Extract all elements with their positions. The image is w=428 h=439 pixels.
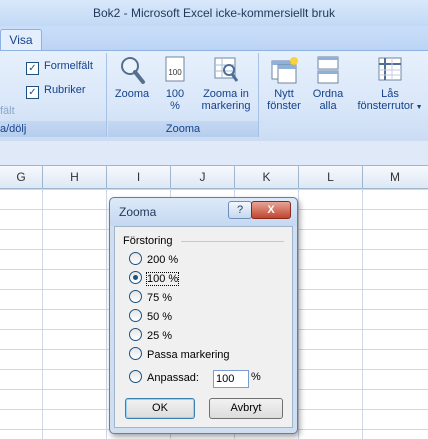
zoom-group: Zooma 100 100 % Zooma in markering Zooma [108,53,259,137]
option-fit-selection[interactable]: Passa markering [129,347,230,363]
grid-line [362,189,363,439]
zoom-100-label-1: 100 [165,88,185,100]
magnifier-icon [118,55,146,85]
headings-label: Rubriker [44,84,86,96]
freeze-panes-label-1: Lås [381,88,399,100]
arrange-all-label-1: Ordna [312,88,344,100]
arrange-all-icon [314,55,342,85]
column-headers: G H I J K L M [0,166,428,189]
radio-100[interactable] [129,271,142,284]
zoom-group-label: Zooma [108,121,258,137]
custom-zoom-unit: % [251,371,261,383]
new-window-icon [270,55,298,85]
dialog-body: Förstoring 200 % 100 % 75 % 50 % 25 % Pa… [114,226,293,428]
freeze-panes-button[interactable]: Lås fönsterrutor ▼ [354,55,426,114]
show-hide-group: ✓ Formelfält ✓ Rubriker fält a/dölj [0,53,107,137]
close-icon: X [267,204,275,216]
freeze-panes-label-2: fönsterrutor [357,100,414,112]
column-header-m[interactable]: M [363,166,427,188]
zoom-selection-icon [212,55,240,85]
show-hide-group-label: a/dölj [0,121,106,137]
grid-line [106,189,107,439]
grid-line [42,189,43,439]
option-100-label: 100 % [145,272,180,286]
fieldset-divider [181,241,284,242]
ribbon: ✓ Formelfält ✓ Rubriker fält a/dölj Zooma … [0,50,428,142]
formula-bar-area [0,141,428,166]
zoom-selection-label-2: markering [201,100,251,112]
radio-50[interactable] [129,309,142,322]
zoom-100-button[interactable]: 100 100 % [158,55,192,112]
formula-bar-checkbox-row[interactable]: ✓ Formelfält [26,58,93,75]
arrange-all-label-2: alla [319,100,337,112]
radio-200[interactable] [129,252,142,265]
zoom-selection-label-1: Zooma in [203,88,249,100]
tab-visa[interactable]: Visa [0,29,42,51]
option-200[interactable]: 200 % [129,252,178,268]
column-header-l[interactable]: L [299,166,363,188]
zoom-button[interactable]: Zooma [112,55,152,100]
formula-bar-checkbox[interactable]: ✓ [26,62,39,75]
option-custom-label: Anpassad: [147,372,199,384]
window-title: Bok2 - Microsoft Excel icke-kommersiellt… [92,6,336,20]
zoom-to-selection-button[interactable]: Zooma in markering [196,55,256,112]
custom-zoom-input[interactable] [213,370,249,388]
window-group: Nytt fönster Ordna alla Lås fönsterrutor… [260,53,428,137]
option-75-label: 75 % [147,292,173,304]
column-header-i[interactable]: I [107,166,171,188]
headings-checkbox[interactable]: ✓ [26,86,39,99]
new-window-label-1: Nytt [274,88,294,100]
option-200-label: 200 % [147,254,179,266]
option-25-label: 25 % [147,330,173,342]
column-header-g[interactable]: G [0,166,43,188]
headings-checkbox-row[interactable]: ✓ Rubriker [26,82,86,99]
help-button[interactable]: ? [228,201,252,219]
option-75[interactable]: 75 % [129,290,172,306]
cancel-button[interactable]: Avbryt [209,398,283,419]
option-50[interactable]: 50 % [129,309,172,325]
new-window-label-2: fönster [267,100,301,112]
new-window-button[interactable]: Nytt fönster [262,55,306,112]
ok-button[interactable]: OK [125,398,195,419]
zoom-button-label: Zooma [114,88,150,100]
radio-25[interactable] [129,328,142,341]
dialog-title-bar[interactable]: Zooma ? X [110,198,297,226]
radio-custom[interactable] [129,370,142,383]
page-100-icon: 100 [161,55,189,85]
zoom-dialog: Zooma ? X Förstoring 200 % 100 % 75 % 50… [109,197,298,434]
option-25[interactable]: 25 % [129,328,172,344]
grid-line [298,189,299,439]
radio-fit-selection[interactable] [129,347,142,360]
option-100[interactable]: 100 % [129,271,180,287]
zoom-100-label-2: % [170,100,180,112]
radio-75[interactable] [129,290,142,303]
partial-checkbox-label: fält [0,105,15,117]
option-fit-selection-label: Passa markering [147,349,230,361]
close-button[interactable]: X [251,201,291,219]
svg-text:100: 100 [168,68,182,77]
column-header-h[interactable]: H [43,166,107,188]
formula-bar-label: Formelfält [44,60,93,72]
window-title-bar: Bok2 - Microsoft Excel icke-kommersiellt… [0,0,428,26]
dialog-title: Zooma [119,205,157,219]
arrange-all-button[interactable]: Ordna alla [308,55,348,112]
option-custom[interactable]: Anpassad: [129,370,199,386]
column-header-j[interactable]: J [171,166,235,188]
ribbon-tab-strip: Visa [0,26,428,51]
freeze-panes-icon [376,55,404,85]
option-50-label: 50 % [147,311,173,323]
magnification-legend: Förstoring [123,235,173,247]
column-header-k[interactable]: K [235,166,299,188]
dropdown-arrow-icon: ▼ [413,104,423,111]
